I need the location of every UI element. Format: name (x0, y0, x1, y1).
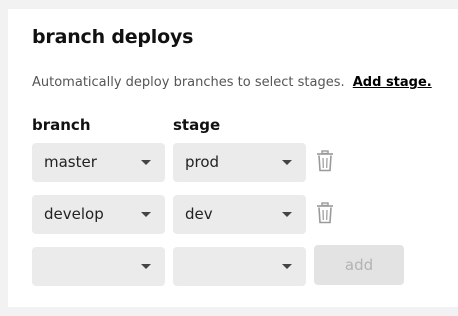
description-text: Automatically deploy branches to select … (32, 75, 345, 90)
branch-select-value: develop (44, 205, 104, 223)
chevron-down-icon (141, 160, 151, 165)
stage-select[interactable]: dev (173, 195, 306, 234)
section-description: Automatically deploy branches to select … (32, 75, 432, 90)
chevron-down-icon (141, 212, 151, 217)
chevron-down-icon (282, 160, 292, 165)
stage-column-label: stage (173, 116, 221, 134)
trash-icon[interactable] (316, 202, 334, 224)
chevron-down-icon (141, 264, 151, 269)
stage-select-value: dev (185, 205, 213, 223)
new-branch-select[interactable] (32, 247, 165, 286)
trash-icon[interactable] (316, 150, 334, 172)
add-button[interactable]: add (314, 245, 404, 285)
chevron-down-icon (282, 264, 292, 269)
branch-select[interactable]: master (32, 143, 165, 182)
section-title: branch deploys (32, 26, 194, 48)
new-stage-select[interactable] (173, 247, 306, 286)
branch-select[interactable]: develop (32, 195, 165, 234)
branch-column-label: branch (32, 116, 91, 134)
branch-select-value: master (44, 153, 97, 171)
chevron-down-icon (282, 212, 292, 217)
add-stage-link[interactable]: Add stage. (353, 75, 432, 90)
branch-deploys-card: branch deploys Automatically deploy bran… (8, 9, 458, 307)
stage-select-value: prod (185, 153, 220, 171)
stage-select[interactable]: prod (173, 143, 306, 182)
